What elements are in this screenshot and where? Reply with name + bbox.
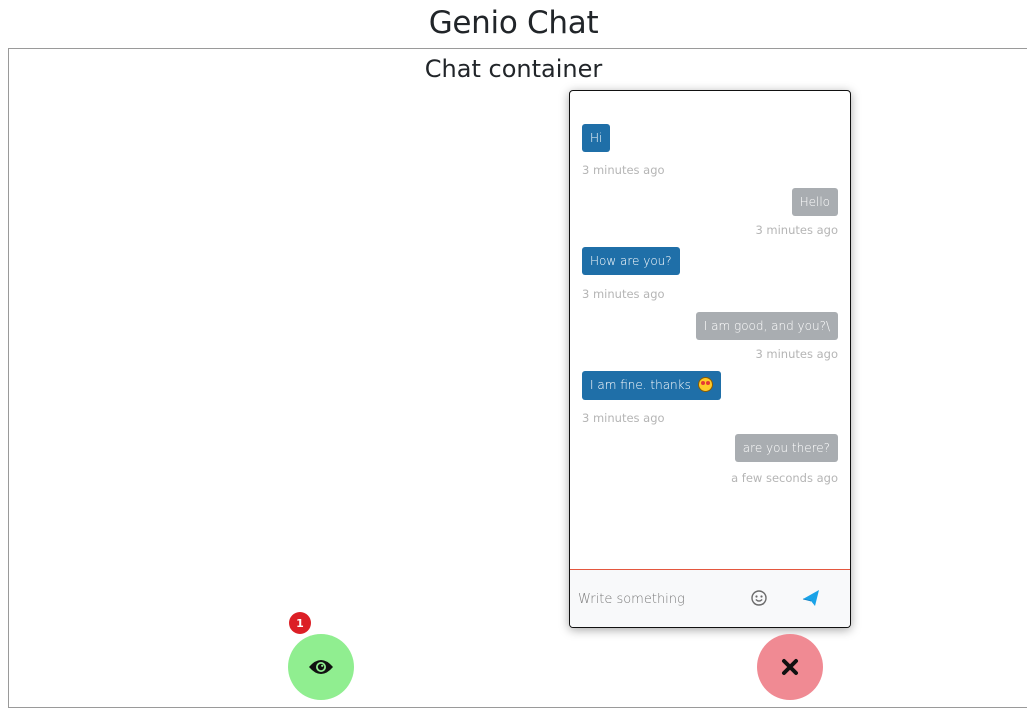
message-bubble-sent: Hi bbox=[582, 124, 611, 152]
eye-icon bbox=[309, 660, 333, 674]
message-timestamp: a few seconds ago bbox=[731, 471, 838, 485]
chat-container-title: Chat container bbox=[424, 55, 603, 83]
message-bubble-received: Hello bbox=[791, 188, 838, 216]
message-text: Hi bbox=[590, 131, 603, 145]
message-text: are you there? bbox=[742, 441, 830, 455]
message-text: I am fine. thanks bbox=[590, 378, 691, 392]
page-title: Genio Chat bbox=[428, 5, 599, 41]
message-bubble-received: I am good, and you?\ bbox=[695, 312, 838, 340]
emoji-button[interactable] bbox=[748, 587, 770, 609]
chat-window: Hi 3 minutes ago Hello 3 minutes ago How… bbox=[569, 90, 851, 628]
message-list: Hi 3 minutes ago Hello 3 minutes ago How… bbox=[570, 91, 850, 569]
send-button[interactable] bbox=[800, 587, 822, 609]
chat-container-box bbox=[8, 48, 1027, 708]
paper-plane-icon bbox=[802, 590, 819, 606]
open-chat-button[interactable] bbox=[288, 634, 354, 700]
message-bubble-sent: I am fine. thanks bbox=[582, 371, 721, 400]
message-text: How are you? bbox=[590, 254, 672, 268]
message-input[interactable] bbox=[576, 588, 740, 610]
close-x-icon bbox=[782, 659, 798, 675]
message-bubble-sent: How are you? bbox=[582, 247, 680, 275]
message-timestamp: 3 minutes ago bbox=[755, 347, 838, 361]
message-timestamp: 3 minutes ago bbox=[582, 411, 665, 425]
message-text: I am good, and you?\ bbox=[703, 319, 830, 333]
message-timestamp: 3 minutes ago bbox=[755, 223, 838, 237]
smile-icon bbox=[751, 590, 767, 606]
star-struck-face-icon bbox=[697, 377, 713, 392]
close-chat-button[interactable] bbox=[757, 634, 823, 700]
message-timestamp: 3 minutes ago bbox=[582, 163, 665, 177]
unread-count-badge: 1 bbox=[289, 612, 311, 634]
message-bubble-received: are you there? bbox=[734, 434, 838, 462]
message-timestamp: 3 minutes ago bbox=[582, 287, 665, 301]
message-text: Hello bbox=[799, 195, 830, 209]
message-input-bar bbox=[570, 569, 850, 627]
